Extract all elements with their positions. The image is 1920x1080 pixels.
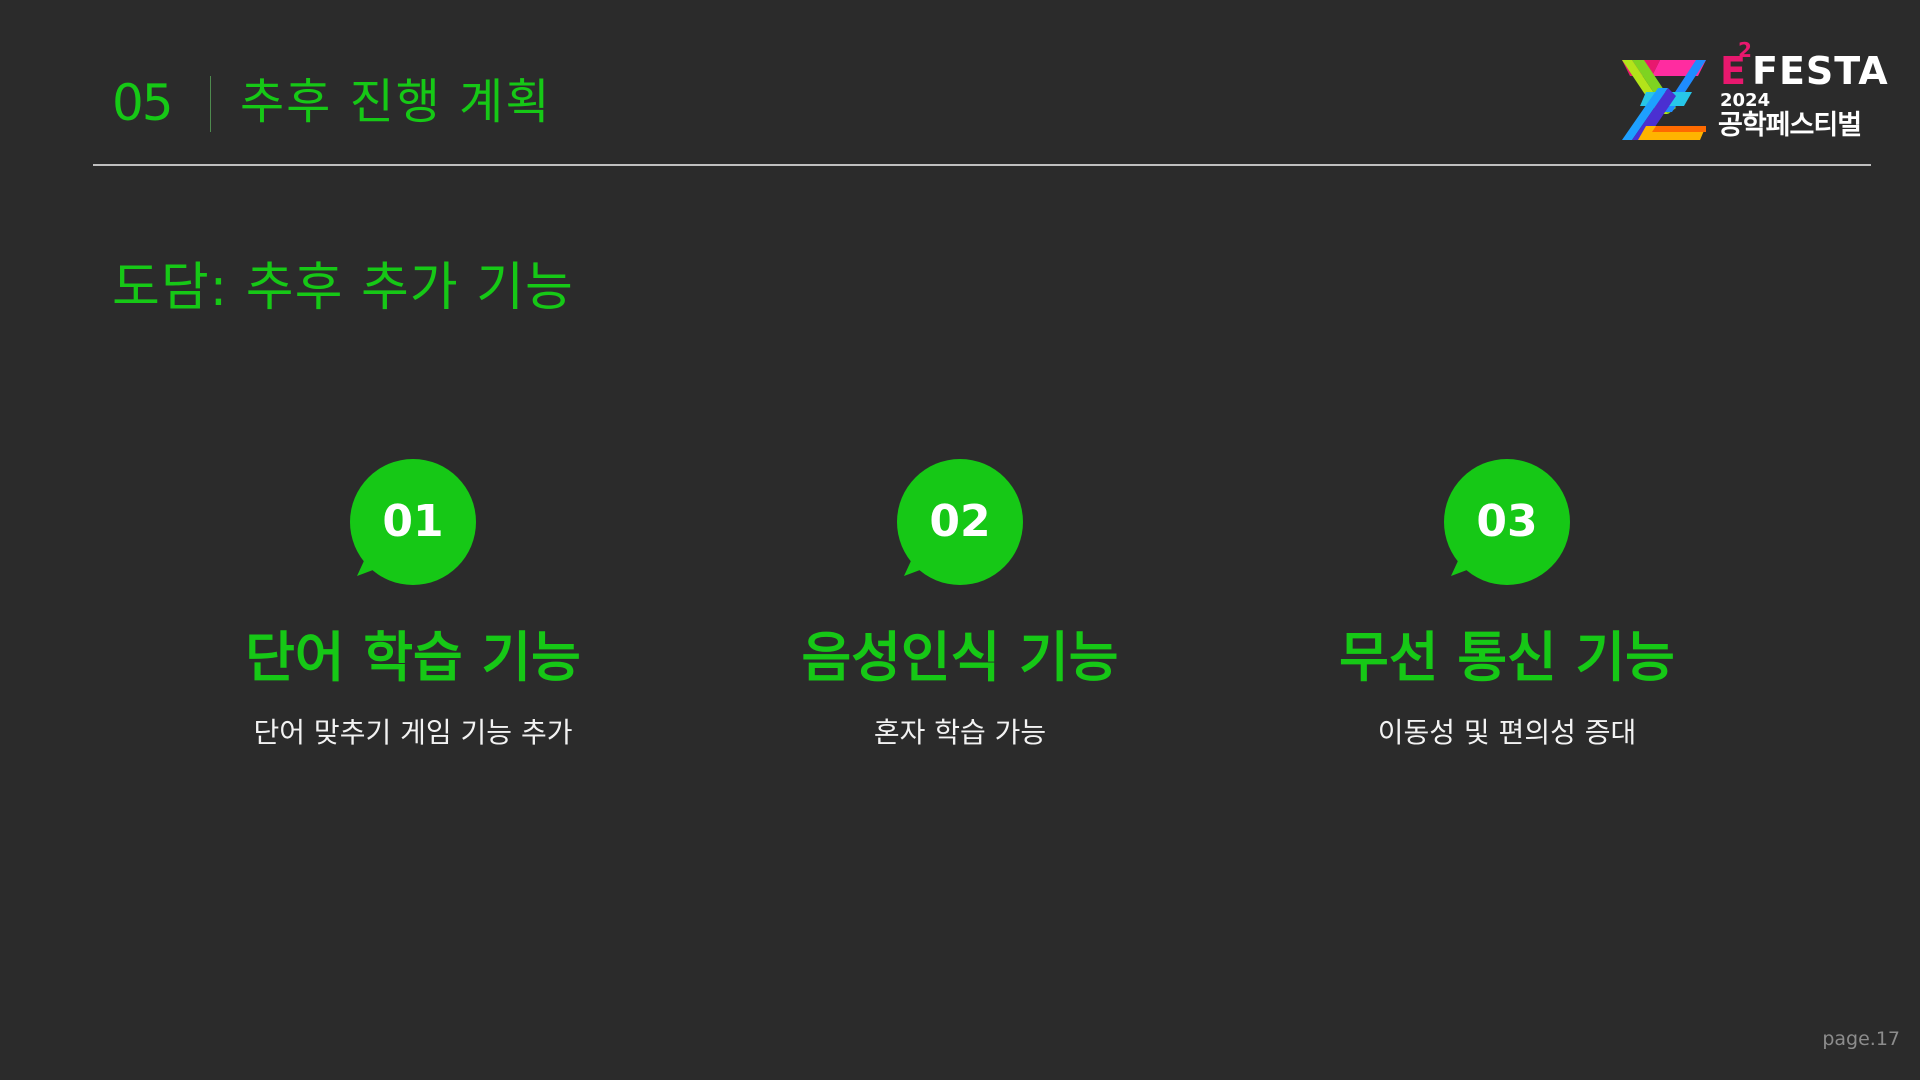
feature-description: 혼자 학습 가능: [873, 716, 1047, 749]
header-divider: [93, 164, 1871, 166]
page-subtitle: 도담: 추후 추가 기능: [112, 258, 574, 318]
feature-description: 이동성 및 편의성 증대: [1377, 716, 1637, 749]
logo-year: 2024: [1720, 90, 1771, 111]
section-title: 추후 진행 계획: [240, 74, 552, 130]
slide: 05 추후 진행 계획 E 2 FESTA 2024 공학페스티벌 도담: 추후…: [0, 0, 1920, 1080]
e2-festa-logo: E 2 FESTA 2024 공학페스티벌: [1622, 38, 1888, 146]
section-number: 05: [112, 74, 174, 132]
header-separator: [210, 76, 211, 132]
feature-number: 02: [929, 496, 991, 547]
logo-festa-text: FESTA: [1752, 49, 1889, 93]
e2-festa-logo-mark: [1622, 60, 1706, 140]
feature-card-1: 01 단어 학습 기능 단어 맞추기 게임 기능 추가: [153, 458, 673, 758]
page-number: page.17: [1822, 1028, 1900, 1050]
logo-korean-name: 공학페스티벌: [1718, 110, 1862, 141]
feature-number: 01: [382, 496, 444, 547]
feature-title: 무선 통신 기능: [1339, 626, 1675, 689]
feature-description: 단어 맞추기 게임 기능 추가: [253, 716, 573, 749]
feature-title: 단어 학습 기능: [245, 626, 581, 689]
feature-card-3: 03 무선 통신 기능 이동성 및 편의성 증대: [1247, 458, 1767, 758]
feature-title: 음성인식 기능: [801, 626, 1119, 689]
logo-superscript: 2: [1738, 38, 1752, 62]
feature-number: 03: [1476, 496, 1538, 547]
feature-card-2: 02 음성인식 기능 혼자 학습 가능: [700, 458, 1220, 758]
